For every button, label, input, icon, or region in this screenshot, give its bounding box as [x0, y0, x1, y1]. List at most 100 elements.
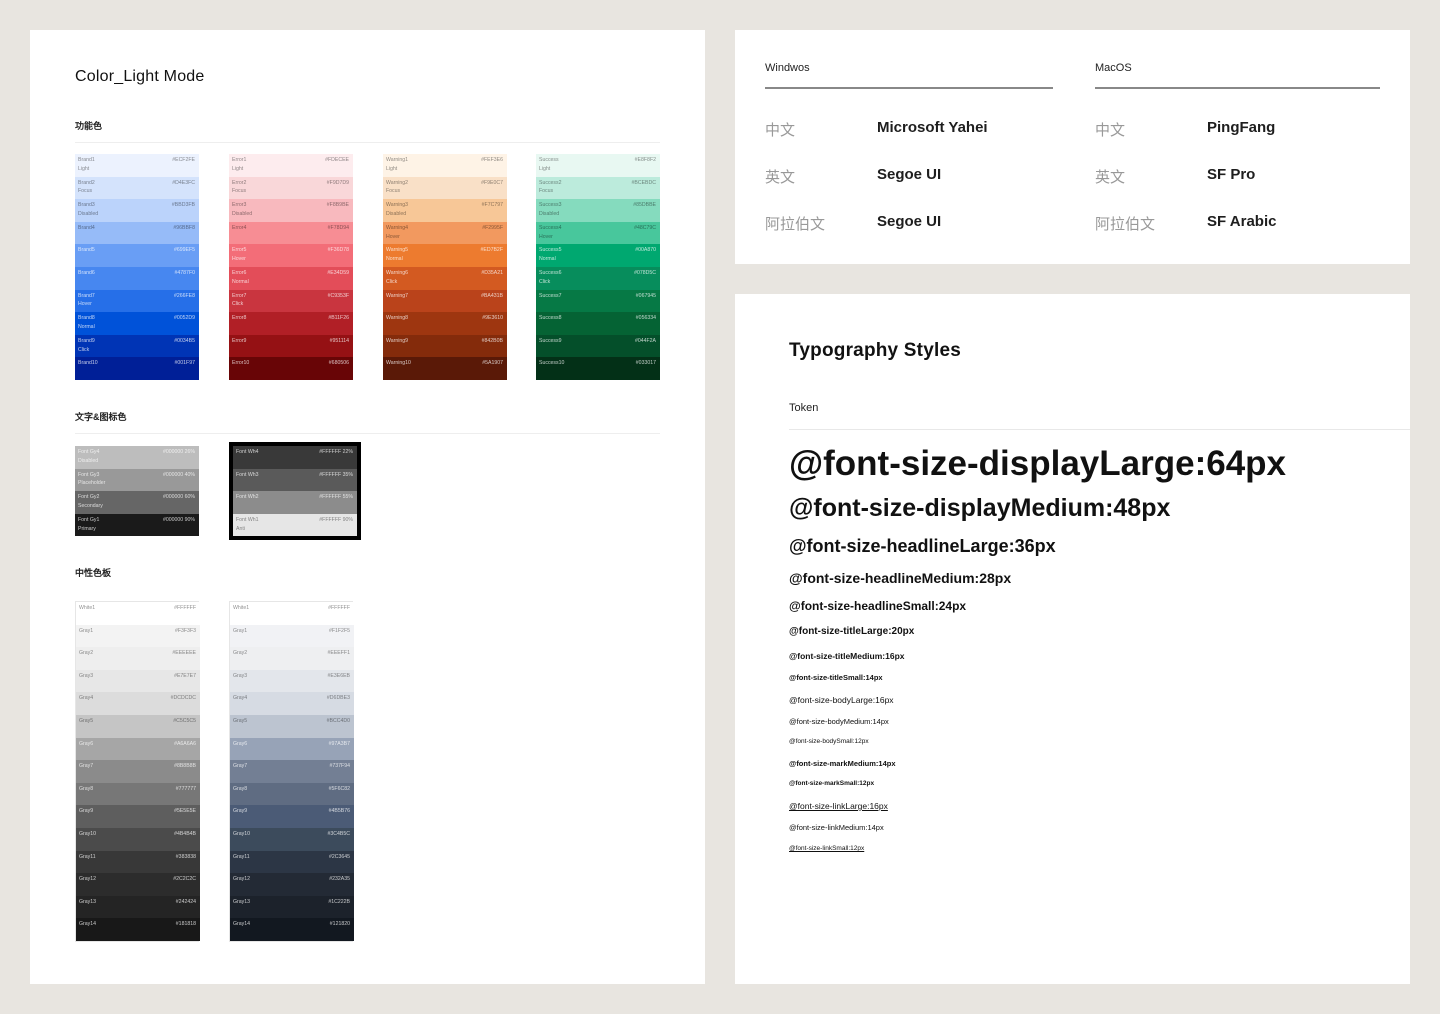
swatch-hex: #F36D78	[327, 247, 349, 254]
swatch-hex: #97A3B7	[328, 740, 350, 747]
swatch-hex: #F2995F	[482, 224, 503, 231]
swatch-hex: #B11F26	[328, 315, 349, 322]
typography-title: Typography Styles	[789, 340, 961, 361]
swatch-name: Warning5 Normal	[386, 247, 409, 263]
swatch-hex: #FEF3E6	[481, 157, 503, 163]
swatch-name: Success2 Focus	[539, 179, 562, 195]
swatch-name: Gray13	[233, 898, 251, 905]
swatch-hex: #FDECEE	[325, 157, 349, 163]
swatch-hex: #FFFFFF	[174, 605, 196, 611]
swatch-hex: #BA431B	[481, 292, 503, 299]
swatch-name: Warning6 Click	[386, 269, 409, 285]
swatch-name: Gray8	[233, 785, 248, 792]
token-divider	[789, 429, 1410, 430]
swatch-hex: #F78D94	[327, 224, 349, 231]
swatch-hex: #F7C797	[481, 202, 503, 209]
swatch-hex: #044F2A	[634, 337, 656, 344]
swatch-hex: #000000 26%	[162, 449, 195, 455]
macos-underline	[1095, 87, 1380, 89]
token-link-medium[interactable]: @font-size-linkMedium:14px	[789, 823, 884, 832]
color-swatch: Success9 #044F2A	[536, 334, 660, 358]
token-link-large[interactable]: @font-size-linkLarge:16px	[789, 801, 888, 811]
swatch-hex: #ED7B2F	[480, 247, 504, 254]
swatch-name: Error2 Focus	[232, 179, 247, 195]
swatch-hex: #033017	[635, 360, 656, 367]
swatch-name: Gray11	[233, 853, 250, 860]
swatch-name: Warning4 Hover	[386, 224, 409, 240]
swatch-name: Gray4	[79, 695, 94, 702]
swatch-name: Brand3 Disabled	[78, 202, 99, 218]
font-family-panel: Windwos MacOS 中文 Microsoft Yahei 英文 Sego…	[735, 30, 1410, 264]
macos-heading: MacOS	[1095, 62, 1132, 74]
swatch-name: Gray7	[233, 763, 248, 770]
color-swatch: Warning8 #9E3610	[383, 312, 507, 335]
swatch-column: White1 #FFFFFF Gray1 #F3F3F3 Gray2 #EEEEEE Gra…	[75, 601, 200, 942]
swatch-name: Error10	[232, 360, 250, 367]
color-swatch: Gray11 #2C3645	[230, 850, 354, 874]
section-label-functional: 功能色	[75, 121, 103, 131]
swatch-hex: #E34D59	[327, 269, 349, 276]
swatch-name: Gray10	[79, 830, 97, 837]
swatch-hex: #242424	[175, 898, 196, 905]
color-swatch: White1 #FFFFFF	[76, 602, 200, 625]
swatch-hex: #181818	[175, 921, 196, 928]
color-swatch: Gray7 #8B8B8B	[76, 760, 200, 783]
color-swatch: Warning7 #BA431B	[383, 289, 507, 313]
swatch-hex: #48C79C	[634, 224, 656, 231]
swatch-column: Font Wh4 #FFFFFF 22% Font Wh3 #FFFFFF 35% Fo…	[229, 441, 361, 541]
swatch-name: Error1 Light	[232, 157, 247, 172]
swatch-name: Gray8	[79, 785, 94, 792]
swatch-name: Gray9	[233, 808, 248, 815]
swatch-hex: #ECF2FE	[172, 157, 195, 163]
divider	[75, 433, 660, 434]
color-swatch: Warning4 Hover #F2995F	[383, 221, 507, 245]
color-swatch: Gray13 #1C222B	[230, 895, 354, 919]
swatch-column: Success Light #E8F8F2 Success2 Focus #BCEBD…	[536, 154, 660, 380]
swatch-hex: #C9353F	[327, 292, 349, 299]
swatch-name: Gray2	[79, 650, 94, 657]
color-swatch: Gray8 #5F6C82	[230, 782, 354, 806]
swatch-hex: #3C4B5C	[327, 830, 351, 837]
swatch-hex: #842B0B	[481, 337, 503, 344]
swatch-hex: #D4E3FC	[172, 179, 195, 186]
color-swatch: Success2 Focus #BCEBDC	[536, 176, 660, 200]
windows-font-chinese: Microsoft Yahei	[877, 119, 988, 136]
token-headline-large: @font-size-headlineLarge:36px	[789, 536, 1056, 556]
color-swatch: Gray2 #EEEEEE	[76, 647, 200, 670]
color-swatch: Gray2 #EEEFF1	[230, 647, 354, 670]
color-swatch: Success5 Normal #00A870	[536, 244, 660, 267]
swatch-hex: #C5C5C5	[173, 717, 196, 724]
color-swatch: Success6 Click #078D5C	[536, 266, 660, 290]
token-link-small[interactable]: @font-size-linkSmall:12px	[789, 845, 864, 852]
swatch-hex: #F9E0C7	[481, 179, 503, 186]
swatch-hex: #E3E6EB	[327, 672, 351, 679]
swatch-hex: #383838	[175, 853, 196, 860]
color-swatch: Gray3 #E7E7E7	[76, 669, 200, 693]
swatch-hex: #F8B9BE	[326, 202, 349, 209]
swatch-name: Success6 Click	[539, 269, 562, 285]
color-swatch: Gray5 #BCC4D0	[230, 714, 354, 738]
color-swatch: Gray14 #121820	[230, 918, 354, 941]
swatch-name: Font Gy1 Primary	[78, 516, 100, 532]
swatch-name: Gray10	[233, 830, 251, 837]
swatch-name: Success Light	[539, 157, 559, 172]
color-swatch: Success10 #033017	[536, 357, 660, 380]
mac-font-english: SF Pro	[1207, 166, 1256, 183]
token-body-medium: @font-size-bodyMedium:14px	[789, 717, 889, 726]
swatch-name: Warning7	[386, 292, 409, 299]
swatch-hex: #FFFFFF 22%	[319, 449, 353, 455]
token-label: Token	[789, 402, 819, 414]
swatch-name: Brand8 Normal	[78, 315, 95, 330]
swatch-name: Brand7 Hover	[78, 292, 95, 308]
section-label-text-icon: 文字&图标色	[75, 412, 127, 422]
color-swatch: Font Gy3 Placeholder #000000 40%	[75, 468, 199, 492]
color-swatch: Error5 Hover #F36D78	[229, 244, 353, 267]
swatch-name: Success4 Hover	[539, 224, 562, 240]
swatch-name: Success3 Disabled	[539, 202, 562, 218]
swatch-hex: #4B4B4B	[174, 830, 196, 837]
swatch-name: Gray14	[79, 921, 97, 928]
mac-lang-arabic: 阿拉伯文	[1095, 216, 1156, 233]
swatch-name: Gray4	[233, 695, 248, 702]
swatch-name: Brand5	[78, 247, 95, 254]
mac-lang-english: 英文	[1095, 169, 1126, 186]
